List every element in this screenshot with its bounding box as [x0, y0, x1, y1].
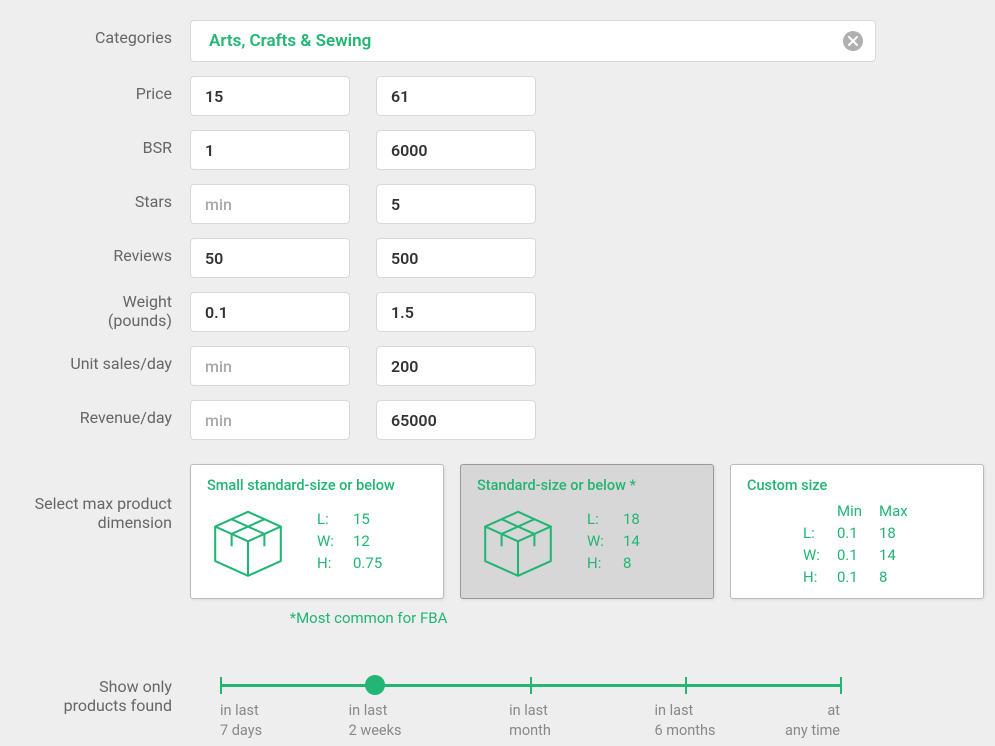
dimension-label: Select max productdimension — [0, 464, 190, 599]
weight-max-input[interactable] — [376, 292, 536, 332]
box-icon — [207, 502, 289, 584]
dimension-card-standard[interactable]: Standard-size or below * L:18 W:14 H:8 — [460, 464, 714, 599]
bsr-label: BSR — [0, 130, 190, 157]
timeline-slider[interactable] — [220, 675, 840, 695]
units-max-input[interactable] — [376, 346, 536, 386]
fba-note: *Most common for FBA — [0, 609, 995, 627]
bsr-max-input[interactable] — [376, 130, 536, 170]
categories-value: Arts, Crafts & Sewing — [209, 31, 371, 51]
dimension-standard-values: L:18 W:14 H:8 — [587, 510, 640, 576]
timeline-handle[interactable] — [365, 675, 385, 695]
timeline-tick — [530, 677, 532, 694]
revenue-label: Revenue/day — [0, 400, 190, 427]
timeline-label: Show onlyproducts found — [0, 675, 190, 741]
dimension-card-custom[interactable]: Custom size MinMax L:0.118 W:0.114 H:0.1… — [730, 464, 984, 599]
timeline-option-0[interactable]: in last7 days — [220, 701, 262, 740]
timeline-tick — [220, 677, 222, 694]
reviews-min-input[interactable] — [190, 238, 350, 278]
units-min-input[interactable] — [190, 346, 350, 386]
revenue-min-input[interactable] — [190, 400, 350, 440]
categories-label: Categories — [0, 20, 190, 47]
price-min-input[interactable] — [190, 76, 350, 116]
timeline-tick — [840, 677, 842, 694]
reviews-label: Reviews — [0, 238, 190, 265]
categories-input[interactable]: Arts, Crafts & Sewing — [190, 20, 876, 62]
reviews-max-input[interactable] — [376, 238, 536, 278]
stars-label: Stars — [0, 184, 190, 211]
price-label: Price — [0, 76, 190, 103]
timeline-option-3[interactable]: in last6 months — [655, 701, 716, 740]
weight-min-input[interactable] — [190, 292, 350, 332]
bsr-min-input[interactable] — [190, 130, 350, 170]
timeline-tick — [685, 677, 687, 694]
dimension-card-small[interactable]: Small standard-size or below L:15 W:12 H… — [190, 464, 444, 599]
weight-label: Weight(pounds) — [0, 292, 190, 330]
timeline-option-4[interactable]: atany time — [785, 701, 840, 740]
timeline-option-2[interactable]: in lastmonth — [509, 701, 551, 740]
dimension-custom-values: MinMax L:0.118 W:0.114 H:0.18 — [803, 502, 967, 586]
timeline-option-1[interactable]: in last2 weeks — [349, 701, 402, 740]
dimension-card-small-title: Small standard-size or below — [207, 477, 427, 494]
price-max-input[interactable] — [376, 76, 536, 116]
dimension-card-custom-title: Custom size — [747, 477, 967, 494]
clear-category-icon[interactable] — [843, 31, 863, 51]
units-label: Unit sales/day — [0, 346, 190, 373]
box-icon — [477, 502, 559, 584]
revenue-max-input[interactable] — [376, 400, 536, 440]
dimension-card-standard-title: Standard-size or below * — [477, 477, 697, 494]
stars-max-input[interactable] — [376, 184, 536, 224]
dimension-small-values: L:15 W:12 H:0.75 — [317, 510, 382, 576]
stars-min-input[interactable] — [190, 184, 350, 224]
